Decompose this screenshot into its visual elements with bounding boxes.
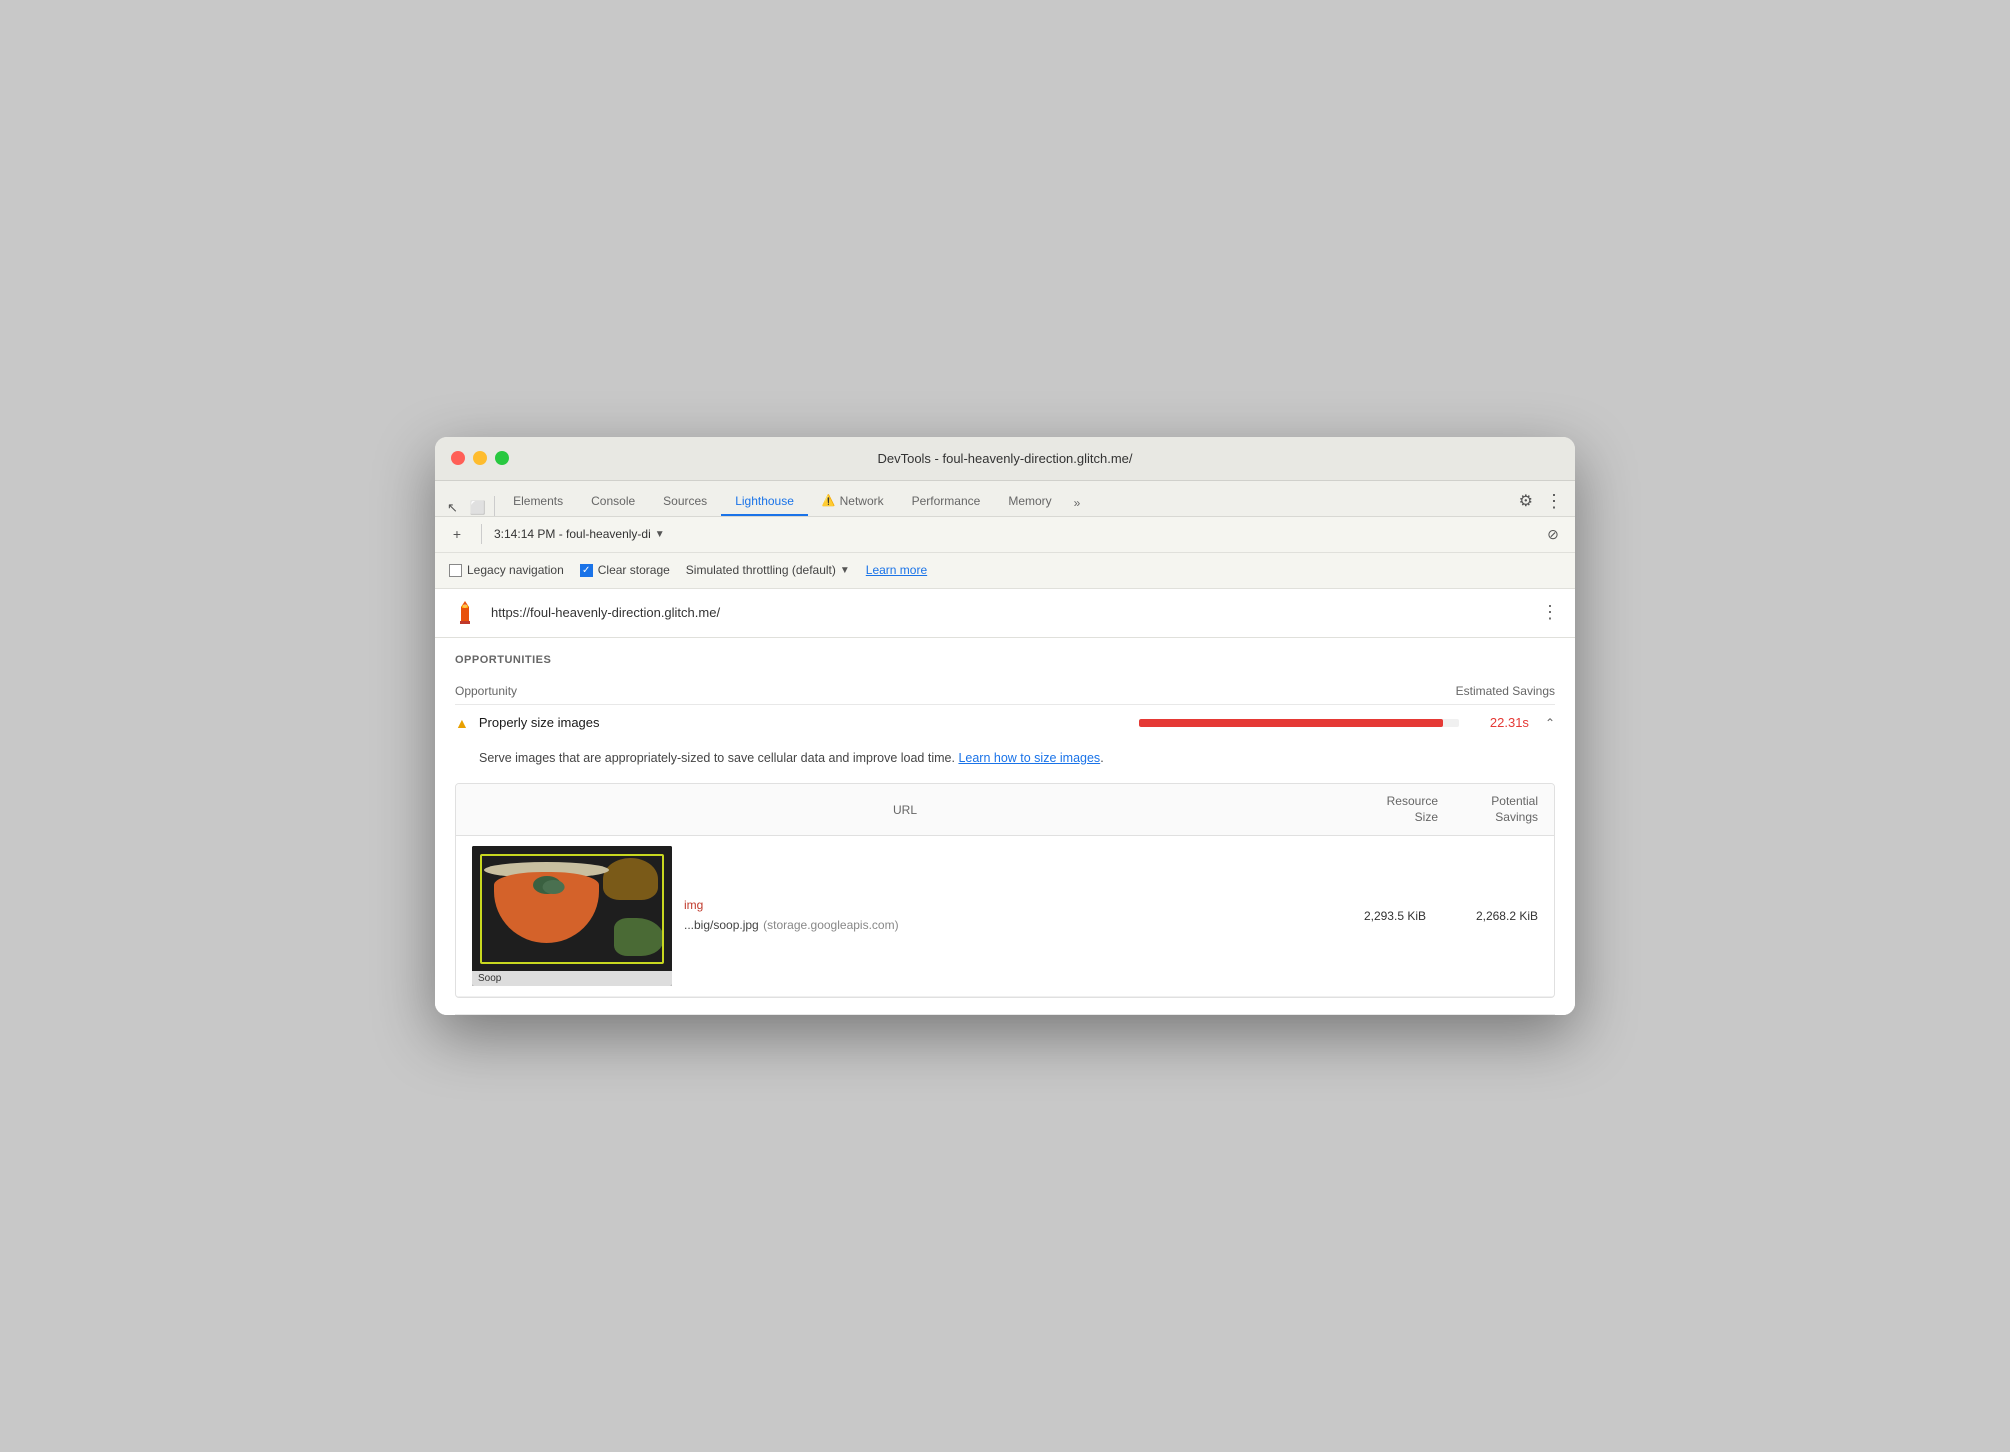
lighthouse-logo [451,599,479,627]
opportunities-section: OPPORTUNITIES Opportunity Estimated Savi… [435,638,1575,1016]
detail-resource-size: 2,293.5 KiB [1326,909,1426,923]
tab-sources[interactable]: Sources [649,488,721,516]
session-timestamp: 3:14:14 PM - foul-heavenly-di [494,527,651,541]
audit-warning-icon: ▲ [455,715,469,731]
legacy-navigation-checkbox[interactable] [449,564,462,577]
cursor-icon[interactable]: ↖ [443,500,462,516]
audit-title: Properly size images [479,715,1129,730]
tab-more-button[interactable]: » [1066,490,1089,516]
audit-bar-container [1139,719,1459,727]
url-tag: img [684,898,1314,912]
url-file: ...big/soop.jpg [684,918,759,932]
audit-bar-fill [1139,719,1443,727]
table-row: Soop img ...big/soop.jpg (storage.google… [456,836,1554,997]
col-savings-header: Estimated Savings [1435,684,1555,698]
learn-how-link[interactable]: Learn how to size images [958,751,1100,765]
tab-console[interactable]: Console [577,488,649,516]
detail-potential-savings: 2,268.2 KiB [1438,909,1538,923]
tab-lighthouse[interactable]: Lighthouse [721,488,808,516]
maximize-button[interactable] [495,451,509,465]
detail-table: URL Resource Size Potential Savings [455,783,1555,998]
site-url: https://foul-heavenly-direction.glitch.m… [491,605,1529,620]
title-bar: DevTools - foul-heavenly-direction.glitc… [435,437,1575,481]
detail-col-url: URL [472,803,1338,817]
col-opportunity-header: Opportunity [455,684,1435,698]
audit-row-images: ▲ Properly size images 22.31s ⌃ Serve im… [455,705,1555,1016]
audit-details: Serve images that are appropriately-size… [455,741,1555,1015]
throttling-chevron-icon: ▼ [840,565,850,576]
learn-more-link[interactable]: Learn more [866,563,927,577]
tab-performance[interactable]: Performance [898,488,995,516]
detail-col-savings: Potential Savings [1438,794,1538,825]
site-more-button[interactable]: ⋮ [1541,602,1559,623]
detail-table-header: URL Resource Size Potential Savings [456,784,1554,836]
block-icon: ⊘ [1547,526,1559,543]
warning-icon: ⚠️ [822,494,836,507]
add-session-button[interactable]: + [445,522,469,546]
thumbnail-label: Soop [472,971,672,986]
tab-actions: ⚙ ⋮ [1515,487,1567,516]
opportunities-table-header: Opportunity Estimated Savings [455,678,1555,705]
traffic-lights [451,451,509,465]
detail-url-cell: img ...big/soop.jpg (storage.googleapis.… [684,898,1314,934]
throttling-dropdown[interactable]: Simulated throttling (default) ▼ [686,563,850,577]
session-bar: + 3:14:14 PM - foul-heavenly-di ▼ ⊘ [435,517,1575,553]
throttling-label: Simulated throttling (default) [686,563,836,577]
thumbnail: Soop [472,846,672,986]
minimize-button[interactable] [473,451,487,465]
clear-storage-checkbox[interactable]: ✓ [580,564,593,577]
tabs-bar: ↖ ⬜ Elements Console Sources Lighthouse … [435,481,1575,517]
inspect-icon[interactable]: ⬜ [462,500,490,516]
site-header: https://foul-heavenly-direction.glitch.m… [435,589,1575,638]
audit-expand-icon[interactable]: ⌃ [1545,716,1555,730]
session-url-display[interactable]: 3:14:14 PM - foul-heavenly-di ▼ [494,527,1533,541]
session-chevron: ▼ [655,529,665,540]
devtools-more-button[interactable]: ⋮ [1541,487,1567,516]
tab-separator [494,496,495,516]
main-content: https://foul-heavenly-direction.glitch.m… [435,589,1575,1016]
detail-col-resource: Resource Size [1338,794,1438,825]
tab-elements[interactable]: Elements [499,488,577,516]
session-separator [481,524,482,544]
audit-time: 22.31s [1469,715,1529,730]
clear-storage-label: Clear storage [598,563,670,577]
session-block-button[interactable]: ⊘ [1541,522,1565,546]
tab-network[interactable]: ⚠️ Network [808,488,898,516]
tab-memory[interactable]: Memory [994,488,1065,516]
legacy-navigation-option: Legacy navigation [449,563,564,577]
audit-description: Serve images that are appropriately-size… [455,741,1555,784]
close-button[interactable] [451,451,465,465]
url-domain: (storage.googleapis.com) [763,918,898,932]
legacy-navigation-label: Legacy navigation [467,563,564,577]
devtools-window: DevTools - foul-heavenly-direction.glitc… [435,437,1575,1016]
audit-row-header[interactable]: ▲ Properly size images 22.31s ⌃ [455,705,1555,741]
options-bar: Legacy navigation ✓ Clear storage Simula… [435,553,1575,589]
opportunities-title: OPPORTUNITIES [455,654,1555,666]
settings-button[interactable]: ⚙ [1515,487,1537,515]
clear-storage-option: ✓ Clear storage [580,563,670,577]
window-title: DevTools - foul-heavenly-direction.glitc… [877,451,1132,466]
